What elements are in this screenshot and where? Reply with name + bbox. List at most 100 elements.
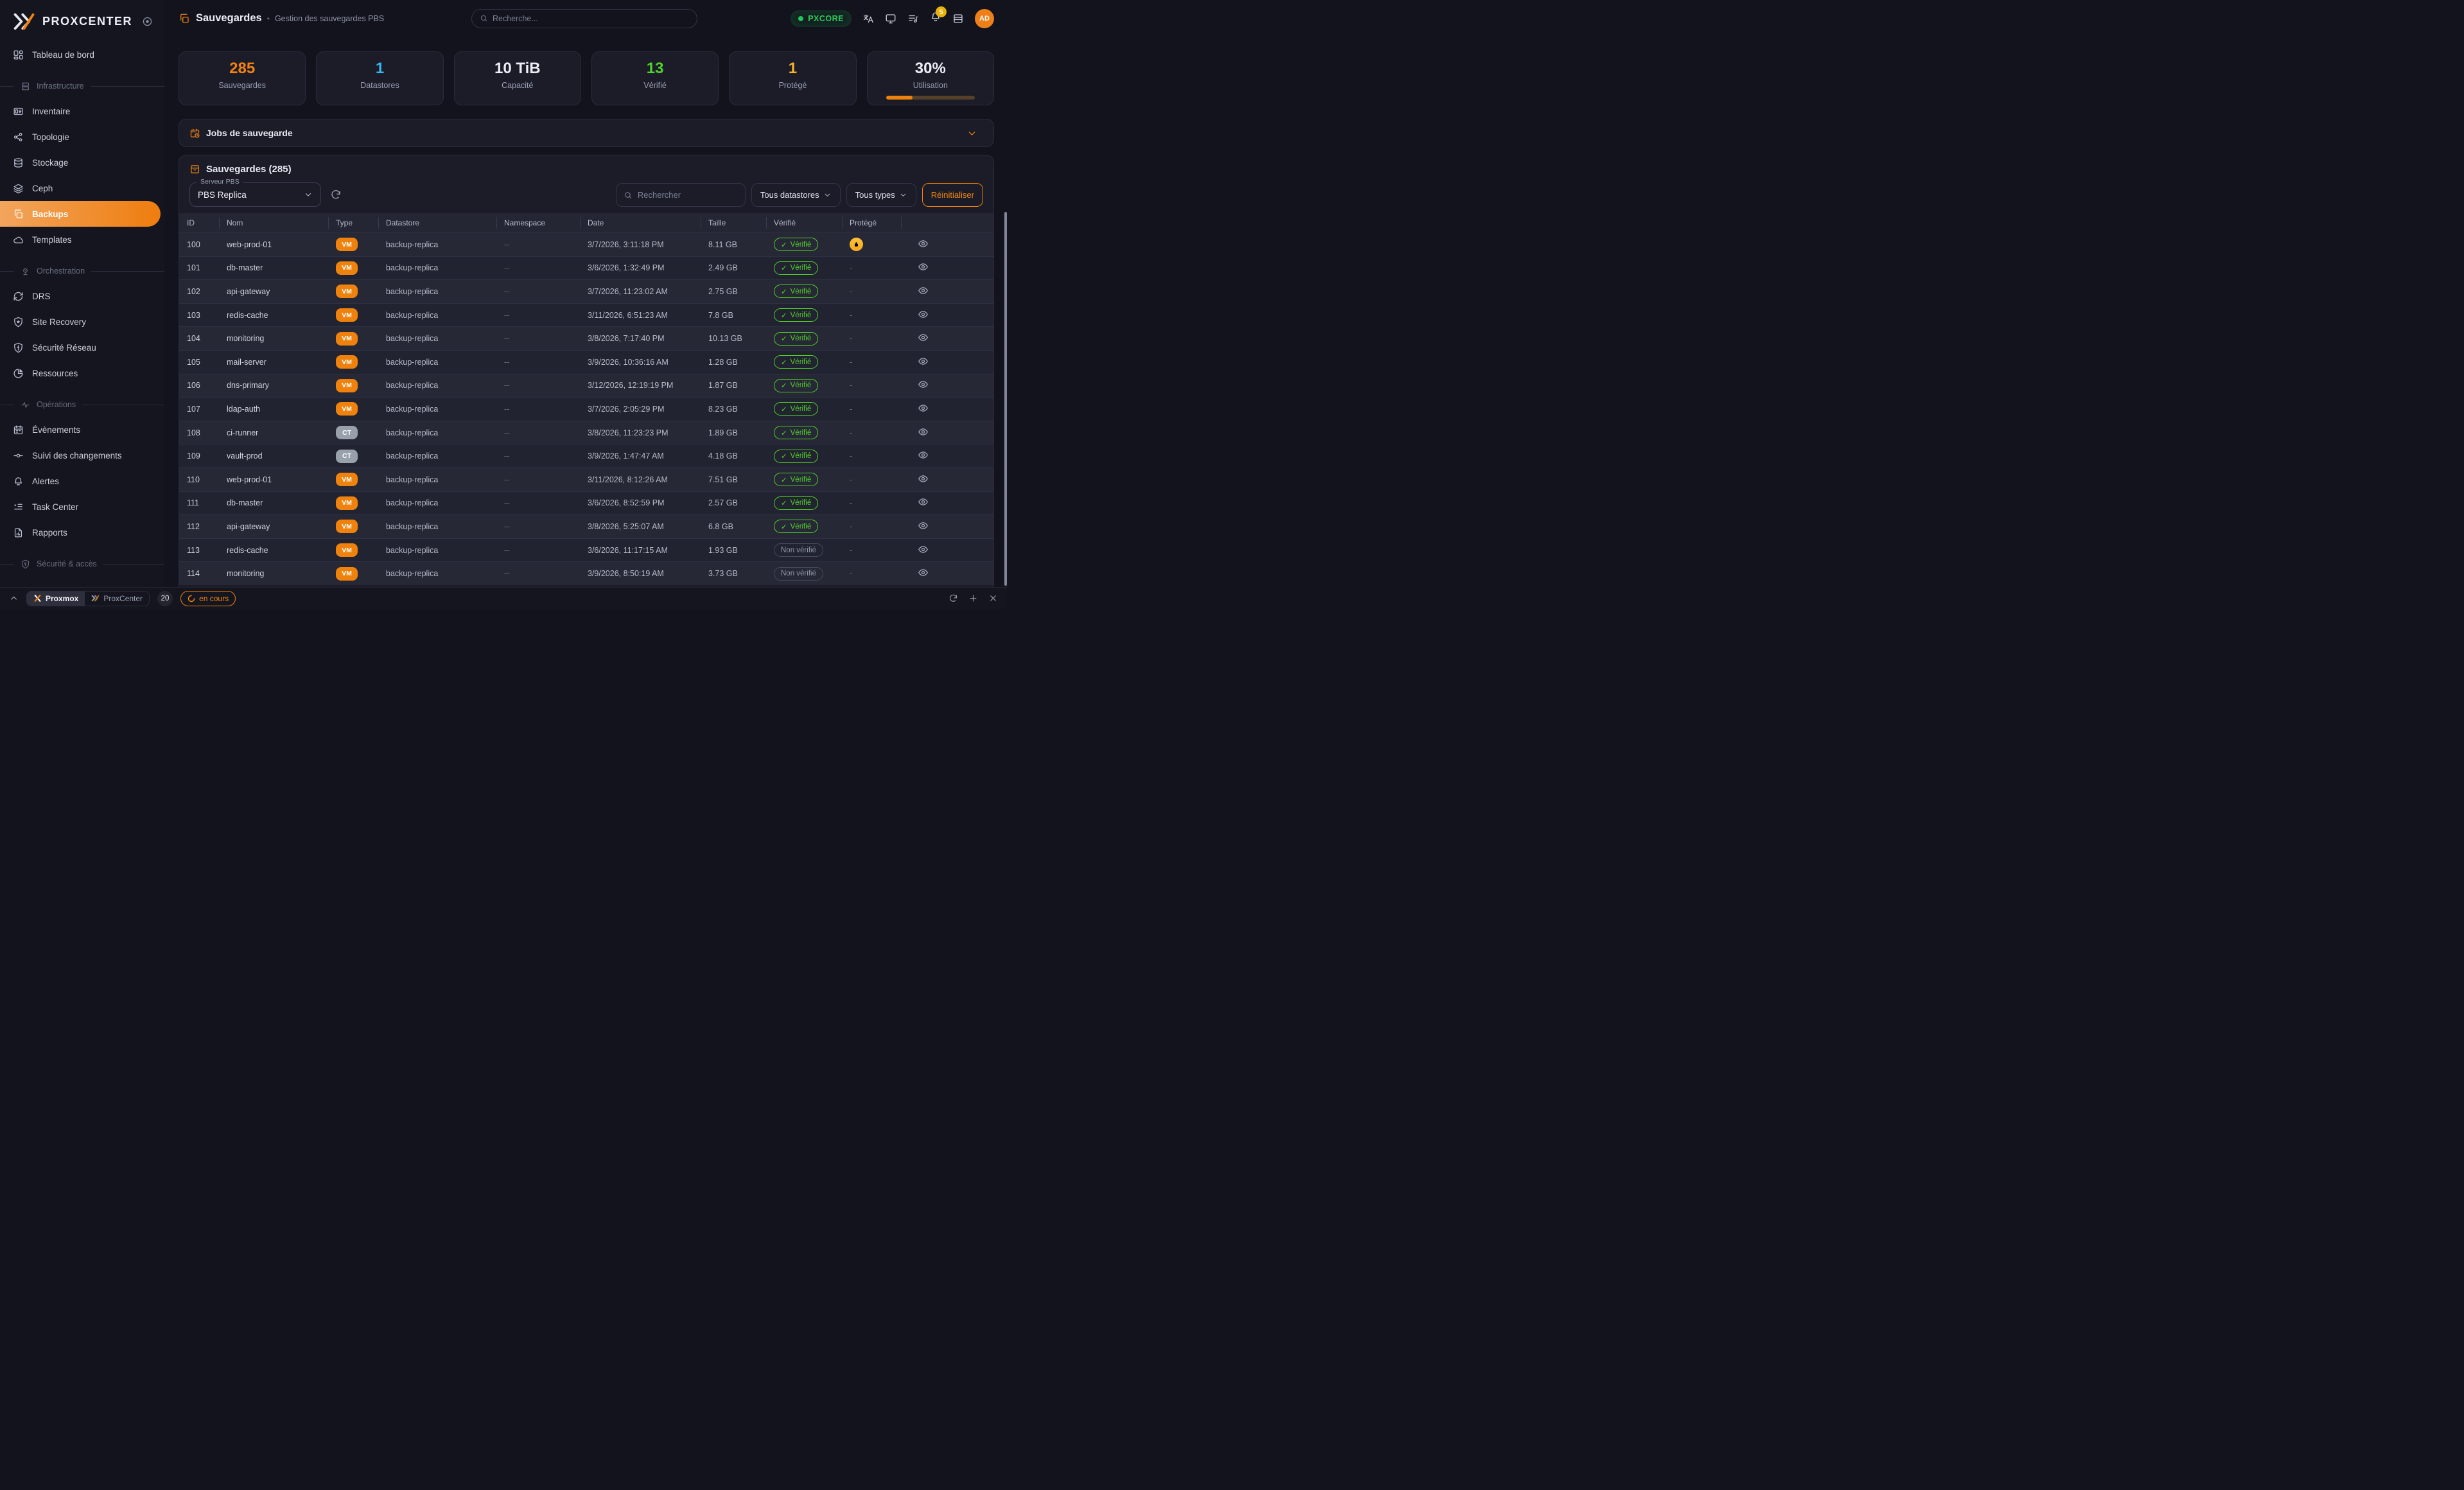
eye-view-icon[interactable] — [918, 332, 929, 343]
sidebar-item-alertes[interactable]: Alertes — [0, 468, 161, 494]
cell-date: 3/7/2026, 11:23:02 AM — [580, 287, 701, 296]
global-search[interactable] — [471, 9, 697, 28]
verified-badge: Vérifié — [774, 426, 818, 439]
table-row[interactable]: 104monitoringVMbackup-replica--3/8/2026,… — [179, 326, 993, 350]
eye-view-icon[interactable] — [918, 520, 929, 531]
cell-verified: Vérifié — [766, 520, 842, 533]
calendar-icon — [13, 425, 24, 435]
table-row[interactable]: 101db-masterVMbackup-replica--3/6/2026, … — [179, 256, 993, 280]
zoom-in-plus-icon[interactable] — [968, 593, 978, 603]
sidebar-item-task-center[interactable]: Task Center — [0, 494, 161, 520]
type-filter-dropdown[interactable]: Tous types — [846, 183, 916, 207]
table-header-row: IDNomTypeDatastoreNamespaceDateTailleVér… — [179, 213, 993, 232]
protected-dash: - — [850, 451, 852, 460]
eye-view-icon[interactable] — [918, 473, 929, 484]
eye-view-icon[interactable] — [918, 450, 929, 460]
table-row[interactable]: 107ldap-authVMbackup-replica--3/7/2026, … — [179, 397, 993, 421]
sidebar-item-label: Ceph — [32, 184, 53, 193]
table-row[interactable]: 110web-prod-01VMbackup-replica--3/11/202… — [179, 468, 993, 491]
eye-view-icon[interactable] — [918, 496, 929, 507]
table-row[interactable]: 105mail-serverVMbackup-replica--3/9/2026… — [179, 350, 993, 374]
tab-proxcenter[interactable]: ProxCenter — [85, 592, 149, 606]
console-monitor-icon[interactable] — [885, 13, 896, 24]
task-queue-icon[interactable] — [907, 13, 919, 24]
table-row[interactable]: 106dns-primaryVMbackup-replica--3/12/202… — [179, 374, 993, 398]
sidebar-item-templates[interactable]: Templates — [0, 227, 161, 252]
language-icon[interactable] — [862, 13, 874, 24]
pbs-server-select[interactable]: Serveur PBS PBS Replica — [189, 182, 321, 207]
chevron-down-icon[interactable] — [966, 128, 977, 139]
cell-id: 106 — [179, 381, 219, 390]
cell-name: dns-primary — [219, 381, 328, 390]
eye-view-icon[interactable] — [918, 403, 929, 414]
table-row[interactable]: 113redis-cacheVMbackup-replica--3/6/2026… — [179, 538, 993, 562]
cell-verified: Vérifié — [766, 285, 842, 298]
datastore-filter-dropdown[interactable]: Tous datastores — [751, 183, 841, 207]
sidebar-item-stockage[interactable]: Stockage — [0, 150, 161, 175]
sidebar-item-suivi-des-changements[interactable]: Suivi des changements — [0, 443, 161, 468]
cell-size: 2.57 GB — [701, 498, 766, 507]
sidebar-item-ceph[interactable]: Ceph — [0, 175, 161, 201]
table-search-input[interactable] — [638, 190, 738, 200]
table-row[interactable]: 112api-gatewayVMbackup-replica--3/8/2026… — [179, 514, 993, 538]
sidebar-item-site-recovery[interactable]: Site Recovery — [0, 309, 161, 335]
eye-view-icon[interactable] — [918, 544, 929, 555]
scrollbar-thumb[interactable] — [1004, 212, 1007, 586]
protected-dash: - — [850, 522, 852, 531]
type-badge: VM — [336, 496, 358, 510]
vertical-scrollbar[interactable] — [1004, 0, 1007, 587]
cell-date: 3/9/2026, 8:50:19 AM — [580, 569, 701, 578]
sidebar-item-drs[interactable]: DRS — [0, 283, 161, 309]
sidebar-item-topologie[interactable]: Topologie — [0, 124, 161, 150]
table-row[interactable]: 102api-gatewayVMbackup-replica--3/7/2026… — [179, 279, 993, 303]
column-header-nom: Nom — [219, 213, 328, 232]
eye-view-icon[interactable] — [918, 379, 929, 390]
cell-name: db-master — [219, 263, 328, 272]
cell-actions — [901, 473, 993, 486]
table-row[interactable]: 114monitoringVMbackup-replica--3/9/2026,… — [179, 561, 993, 585]
eye-view-icon[interactable] — [918, 238, 929, 249]
cell-namespace: -- — [496, 498, 580, 507]
type-badge: VM — [336, 261, 358, 275]
verified-badge: Vérifié — [774, 473, 818, 486]
close-icon[interactable] — [988, 593, 998, 603]
eye-view-icon[interactable] — [918, 309, 929, 320]
table-row[interactable]: 100web-prod-01VMbackup-replica--3/7/2026… — [179, 232, 993, 256]
tab-proxmox[interactable]: Proxmox — [27, 592, 85, 606]
cell-date: 3/11/2026, 8:12:26 AM — [580, 475, 701, 484]
jobs-panel-header[interactable]: Jobs de sauvegarde — [179, 119, 994, 147]
reset-filters-button[interactable]: Réinitialiser — [922, 183, 983, 207]
sidebar-item-securite-reseau[interactable]: Sécurité Réseau — [0, 335, 161, 360]
sidebar-item-tableau-de-bord[interactable]: Tableau de bord — [0, 42, 161, 67]
refresh-icon[interactable] — [330, 189, 342, 200]
chevron-up-icon[interactable] — [9, 593, 19, 603]
eye-view-icon[interactable] — [918, 567, 929, 578]
sidebar-collapse-toggle-icon[interactable] — [142, 16, 153, 27]
shield-star-icon — [13, 317, 24, 328]
table-row[interactable]: 111db-masterVMbackup-replica--3/6/2026, … — [179, 491, 993, 515]
cell-name: redis-cache — [219, 311, 328, 320]
cell-date: 3/8/2026, 11:23:23 PM — [580, 428, 701, 437]
panel-layout-icon[interactable] — [952, 13, 964, 24]
sidebar-item-ressources[interactable]: Ressources — [0, 360, 161, 386]
cell-type: VM — [328, 567, 378, 581]
sidebar-item-inventaire[interactable]: Inventaire — [0, 98, 161, 124]
orchestration-icon — [21, 267, 30, 276]
user-avatar[interactable]: AD — [975, 9, 994, 28]
table-row[interactable]: 109vault-prodCTbackup-replica--3/9/2026,… — [179, 444, 993, 468]
refresh-icon[interactable] — [948, 593, 958, 603]
eye-view-icon[interactable] — [918, 356, 929, 367]
sidebar-item-rapports[interactable]: Rapports — [0, 520, 161, 545]
sidebar-section-infrastructure: Infrastructure — [0, 78, 164, 94]
eye-view-icon[interactable] — [918, 426, 929, 437]
sidebar-item-backups[interactable]: Backups — [0, 201, 161, 227]
table-search[interactable] — [616, 183, 746, 207]
table-row[interactable]: 108ci-runnerCTbackup-replica--3/8/2026, … — [179, 421, 993, 444]
eye-view-icon[interactable] — [918, 285, 929, 296]
topbar: Sauvegardes • Gestion des sauvegardes PB… — [164, 0, 1007, 37]
eye-view-icon[interactable] — [918, 261, 929, 272]
table-row[interactable]: 103redis-cacheVMbackup-replica--3/11/202… — [179, 303, 993, 327]
global-search-input[interactable] — [493, 14, 689, 23]
cell-datastore: backup-replica — [378, 311, 496, 320]
sidebar-item-evenements[interactable]: Évènements — [0, 417, 161, 443]
